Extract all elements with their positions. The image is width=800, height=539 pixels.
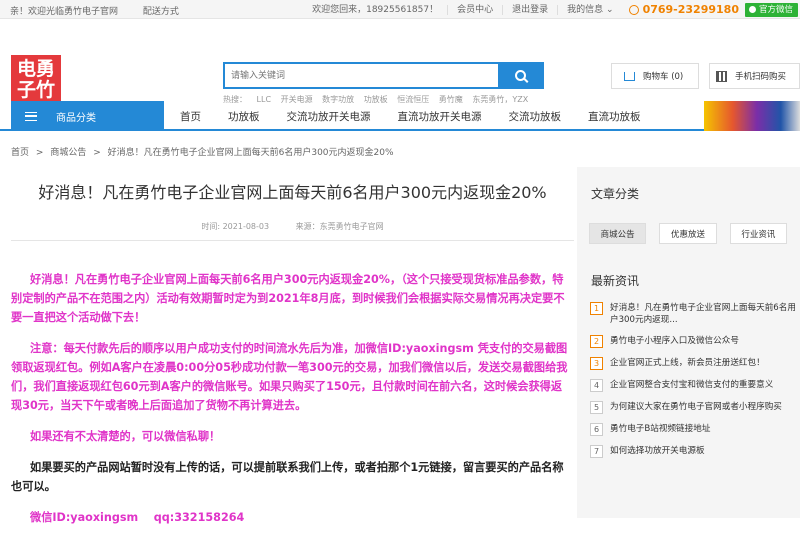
article: 好消息！凡在勇竹电子企业官网上面每天前6名用户300元内返现金20% 时间: 2…	[11, 167, 574, 539]
wechat-label: 官方微信	[758, 4, 793, 15]
news-item[interactable]: 3 企业官网正式上线，新会员注册送红包！	[590, 357, 800, 370]
search-input[interactable]	[225, 64, 498, 87]
nav-item-dc-power[interactable]: 直流功放开关电源	[398, 109, 482, 124]
site-logo[interactable]: 电勇 子竹	[11, 55, 61, 105]
news-number: 1	[590, 302, 603, 315]
news-number: 6	[590, 423, 603, 436]
news-item[interactable]: 1 好消息！凡在勇竹电子企业官网上面每天前6名用户300元内返现...	[590, 302, 800, 326]
wechat-icon	[748, 6, 756, 13]
qr-code-icon	[716, 70, 727, 82]
main-nav: 商品分类 首页 功放板 交流功放开关电源 直流功放开关电源 交流功放板 直流功放…	[0, 101, 800, 131]
article-time: 时间: 2021-08-03	[201, 222, 270, 231]
news-number: 4	[590, 379, 603, 392]
news-text: 企业官网整合支付宝和微信支付的重要意义	[610, 380, 774, 390]
nav-ad-banner[interactable]	[704, 101, 800, 131]
breadcrumb-category[interactable]: 商城公告	[50, 148, 86, 158]
tag-promotions[interactable]: 优惠放送	[659, 223, 717, 244]
breadcrumb-sep: >	[93, 148, 101, 158]
greeting-text: 欢迎您回来，18925561857！	[312, 4, 439, 15]
nav-item-dc-amp[interactable]: 直流功放板	[588, 109, 641, 124]
news-item[interactable]: 5 为何建议大家在勇竹电子官网或者小程序购买	[590, 401, 800, 414]
article-paragraph: 注意：每天付款先后的顺序以用户成功支付的时间流水先后为准，加微信ID:yaoxi…	[11, 342, 568, 412]
news-item[interactable]: 4 企业官网整合支付宝和微信支付的重要意义	[590, 379, 800, 392]
news-text: 企业官网正式上线，新会员注册送红包！	[610, 358, 765, 368]
phone-icon	[628, 4, 639, 15]
news-number: 7	[590, 445, 603, 458]
news-text: 为何建议大家在勇竹电子官网或者小程序购买	[610, 402, 782, 412]
article-title: 好消息！凡在勇竹电子企业官网上面每天前6名用户300元内返现金20%	[38, 183, 547, 202]
cart-icon	[624, 71, 635, 81]
top-bar: 亲！欢迎光临勇竹电子官网 配送方式 欢迎您回来，18925561857！ 会员中…	[0, 0, 800, 19]
news-item[interactable]: 6 勇竹电子B站视频链接地址	[590, 423, 800, 436]
breadcrumb-home[interactable]: 首页	[11, 148, 29, 158]
wechat-button[interactable]: 官方微信	[744, 2, 798, 17]
divider	[11, 240, 574, 241]
article-paragraph: 如果要买的产品网站暂时没有上传的话，可以提前联系我们上传，或者拍那个1元链接，留…	[11, 461, 564, 493]
tag-announcement[interactable]: 商城公告	[589, 223, 647, 244]
logo-line2: 子竹	[16, 79, 55, 101]
my-info-link[interactable]: 我的信息 ⌄	[557, 4, 622, 15]
article-source: 来源：东莞勇竹电子官网	[295, 222, 384, 231]
cart-button[interactable]: 购物车 (0)	[611, 63, 699, 89]
news-title: 最新资讯	[591, 274, 640, 288]
news-text: 好消息！凡在勇竹电子企业官网上面每天前6名用户300元内返现...	[610, 303, 796, 325]
news-number: 3	[590, 357, 603, 370]
nav-item-ac-amp[interactable]: 交流功放板	[509, 109, 562, 124]
article-paragraph: 好消息！凡在勇竹电子企业官网上面每天前6名用户300元内返现金20%，（这个只接…	[11, 273, 565, 324]
my-info-label: 我的信息	[567, 4, 604, 15]
news-text: 如何选择功放开关电源板	[610, 446, 705, 456]
breadcrumb: 首页 > 商城公告 > 好消息！凡在勇竹电子企业官网上面每天前6名用户300元内…	[11, 145, 398, 158]
news-item[interactable]: 7 如何选择功放开关电源板	[590, 445, 800, 458]
news-item[interactable]: 2 勇竹电子小程序入口及微信公众号	[590, 335, 800, 348]
tag-industry[interactable]: 行业资讯	[729, 223, 787, 244]
category-label: 商品分类	[56, 112, 96, 124]
nav-item-home[interactable]: 首页	[180, 109, 201, 124]
news-number: 2	[590, 335, 603, 348]
search-button[interactable]	[498, 64, 542, 87]
news-number: 5	[590, 401, 603, 414]
article-meta: 时间: 2021-08-03 来源：东莞勇竹电子官网	[11, 221, 574, 232]
menu-icon	[25, 111, 37, 121]
nav-item-amplifier[interactable]: 功放板	[228, 109, 260, 124]
cart-label: 购物车 (0)	[643, 72, 684, 82]
news-text: 勇竹电子B站视频链接地址	[610, 424, 711, 434]
news-text: 勇竹电子小程序入口及微信公众号	[610, 336, 739, 346]
search-icon	[514, 70, 526, 81]
sidebar: 文章分类 商城公告 优惠放送 行业资讯 最新资讯 1 好消息！凡在勇竹电子企业官网…	[577, 167, 800, 518]
breadcrumb-current: 好消息！凡在勇竹电子企业官网上面每天前6名用户300元内返现金20%	[107, 148, 394, 158]
scan-button[interactable]: 手机扫码购买	[709, 63, 800, 89]
nav-item-ac-power[interactable]: 交流功放开关电源	[287, 109, 371, 124]
category-title: 文章分类	[591, 187, 640, 201]
breadcrumb-sep: >	[35, 148, 44, 158]
logout-link[interactable]: 退出登录	[502, 4, 557, 15]
welcome-text: 亲！欢迎光临勇竹电子官网	[10, 7, 119, 17]
article-content: 好消息！凡在勇竹电子企业官网上面每天前6名用户300元内返现金20%，（这个只接…	[11, 270, 574, 527]
phone-text: 0769-23299180	[642, 3, 739, 16]
header: 电勇 子竹 热搜： LLC 开关电源 数字功放 功放板 恒流恒压 勇竹魔 东莞勇…	[0, 19, 800, 105]
scan-label: 手机扫码购买	[735, 72, 787, 82]
member-center-link[interactable]: 会员中心	[447, 4, 502, 15]
news-list: 1 好消息！凡在勇竹电子企业官网上面每天前6名用户300元内返现... 2 勇竹电子…	[590, 302, 800, 458]
logo-line1: 电勇	[16, 58, 55, 80]
search-box	[223, 62, 544, 89]
category-menu-button[interactable]: 商品分类	[11, 101, 164, 131]
phone-number: 0769-23299180	[623, 3, 745, 16]
delivery-link[interactable]: 配送方式	[143, 7, 179, 17]
article-paragraph: 如果还有不太清楚的，可以微信私聊！	[30, 430, 221, 443]
category-tags: 商城公告 优惠放送 行业资讯	[589, 223, 800, 244]
